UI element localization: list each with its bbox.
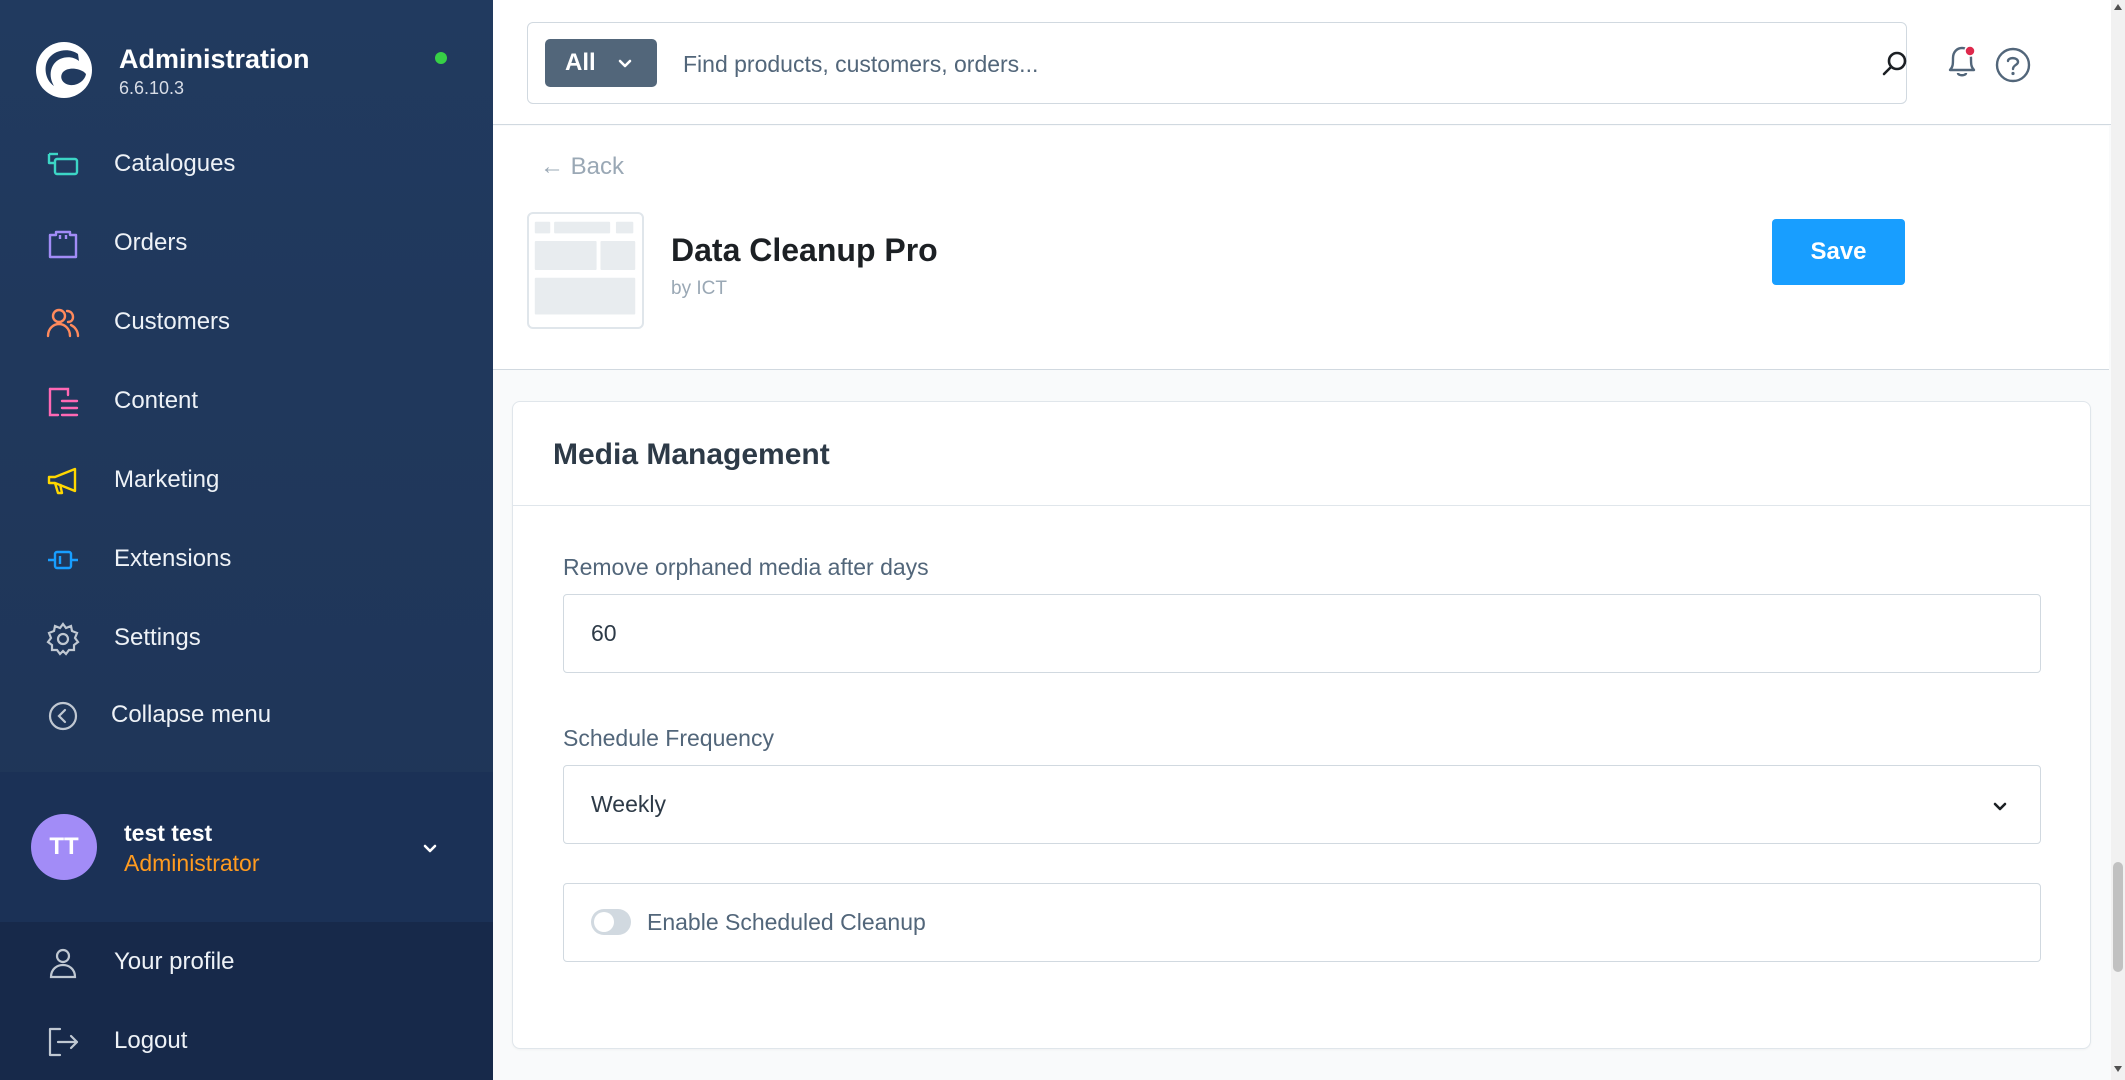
chevron-down-icon [1993,802,2007,811]
page-title: Data Cleanup Pro [671,232,938,268]
user-icon [49,948,77,979]
back-link[interactable]: ← Back [540,153,624,181]
notification-bell-icon[interactable] [1942,42,1982,82]
megaphone-icon [47,467,77,495]
schedule-frequency-select[interactable]: Weekly [563,765,2041,844]
shopware-logo-icon[interactable] [34,40,94,100]
user-menu-toggle[interactable]: TT test test Administrator [0,772,493,922]
sidebar-item-label: Content [114,387,199,414]
sidebar: Administration 6.6.10.3 Catalogues Order… [0,0,493,1080]
search-scope-dropdown[interactable]: All [545,39,657,87]
users-icon [46,308,80,338]
user-role: Administrator [124,850,260,876]
user-name: test test [124,820,213,846]
sidebar-item-customers[interactable]: Customers [0,289,493,355]
schedule-frequency-label: Schedule Frequency [563,725,774,751]
toggle-knob [594,912,614,932]
orphaned-media-label: Remove orphaned media after days [563,554,929,580]
scroll-down-arrow-icon[interactable] [2114,1066,2122,1072]
app-thumbnail-icon [527,212,644,329]
plug-icon [48,550,78,570]
scroll-thumb[interactable] [2113,862,2123,972]
chevron-left-circle-icon [48,701,78,731]
save-button[interactable]: Save [1772,219,1905,285]
search-input[interactable]: Find products, customers, orders... [683,51,1038,78]
sidebar-item-marketing[interactable]: Marketing [0,447,493,513]
sidebar-item-content[interactable]: Content [0,368,493,434]
card-divider [513,505,2090,506]
orphaned-media-days-input[interactable]: 60 [563,594,2041,673]
sidebar-item-orders[interactable]: Orders [0,210,493,276]
logout-icon [48,1027,79,1057]
your-profile-link[interactable]: Your profile [0,929,493,995]
chevron-down-icon [618,59,632,68]
sidebar-item-label: Logout [114,1027,188,1054]
card-title: Media Management [553,438,830,471]
sidebar-item-label: Catalogues [114,150,236,177]
sidebar-item-settings[interactable]: Settings [0,605,493,671]
online-status-dot [435,52,447,64]
sidebar-item-extensions[interactable]: Extensions [0,526,493,592]
gear-icon [46,622,80,656]
sidebar-item-label: Marketing [114,466,220,493]
sidebar-item-catalogues[interactable]: Catalogues [0,131,493,197]
sidebar-item-label: Settings [114,624,201,651]
help-icon[interactable] [1994,46,2032,84]
enable-scheduled-cleanup-toggle[interactable] [591,909,631,935]
chevron-down-icon[interactable] [420,838,440,858]
top-bar: All Find products, customers, orders... [493,0,2125,125]
enable-scheduled-cleanup-label: Enable Scheduled Cleanup [647,909,926,935]
sidebar-item-label: Customers [114,308,231,335]
app-author: by ICT [671,278,727,299]
avatar: TT [31,814,97,880]
logout-link[interactable]: Logout [0,1008,493,1074]
search-icon[interactable] [1880,49,1910,79]
account-menu: Your profile Logout [0,922,493,1080]
sidebar-item-label: Your profile [114,948,235,975]
brand-header: Administration 6.6.10.3 [0,0,493,120]
brand-version: 6.6.10.3 [119,78,185,98]
arrow-left-icon: ← [540,153,564,180]
catalogue-icon [47,152,79,176]
collapse-menu-button[interactable]: Collapse menu [0,682,493,748]
global-search: All Find products, customers, orders... [527,22,1907,104]
media-management-card: Media Management Remove orphaned media a… [512,401,2091,1049]
page-header: ← Back Data Cleanup Pro by ICT Save [493,126,2109,370]
brand-title: Administration [119,44,310,74]
page-scrollbar[interactable] [2111,0,2125,1080]
schedule-frequency-value: Weekly [591,791,666,817]
orphaned-media-days-value: 60 [591,620,617,646]
enable-scheduled-cleanup-field: Enable Scheduled Cleanup [563,883,2041,962]
scroll-up-arrow-icon[interactable] [2114,4,2122,10]
shopping-bag-icon [48,230,78,259]
sidebar-item-label: Extensions [114,545,232,572]
back-label: Back [570,153,625,180]
sidebar-item-label: Collapse menu [111,701,272,728]
content-list-icon [48,387,79,417]
search-scope-label: All [565,49,596,76]
sidebar-item-label: Orders [114,229,188,256]
